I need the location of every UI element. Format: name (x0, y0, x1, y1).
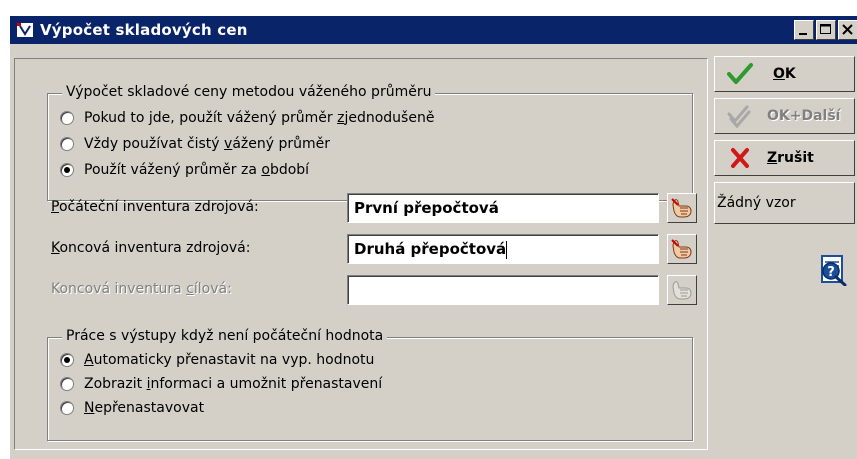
method-groupbox: Výpočet skladové ceny metodou váženého p… (47, 84, 693, 201)
target-inventory-label: Koncová inventura cílová: (51, 281, 232, 297)
method-group-legend: Výpočet skladové ceny metodou váženého p… (62, 84, 436, 100)
start-inventory-field[interactable]: První přepočtová (347, 193, 659, 223)
maximize-button[interactable] (816, 20, 836, 40)
title-bar[interactable]: Výpočet skladových cen (10, 16, 857, 44)
output-group-legend: Práce s výstupy když není počáteční hodn… (62, 328, 388, 344)
help-icon[interactable]: ? (814, 252, 850, 286)
ok-button-label: OK (773, 66, 796, 82)
close-button[interactable] (838, 20, 857, 40)
radio-button-selected[interactable] (60, 353, 74, 367)
double-checkmark-icon (727, 105, 751, 128)
end-inventory-pick-button[interactable] (667, 234, 697, 264)
start-inventory-label: Počáteční inventura zdrojová: (51, 199, 259, 215)
option-label: Vždy používat čistý vážený průměr (84, 136, 330, 152)
radio-button[interactable] (60, 111, 74, 125)
main-panel: Výpočet skladové ceny metodou váženého p… (14, 58, 708, 450)
method-option-simplified[interactable]: Pokud to jde, použít vážený průměr zjedn… (60, 108, 434, 128)
end-inventory-label: Koncová inventura zdrojová: (51, 240, 251, 256)
method-option-period[interactable]: Použít vážený průměr za období (60, 160, 309, 180)
ok-next-button: OK+Další (714, 98, 855, 134)
radio-button[interactable] (60, 377, 74, 391)
hand-pointer-icon (672, 281, 692, 300)
ok-next-button-label: OK+Další (767, 108, 841, 124)
start-inventory-pick-button[interactable] (667, 193, 697, 223)
option-label: Použít vážený průměr za období (84, 162, 310, 178)
cancel-button[interactable]: Zrušit (714, 140, 855, 176)
app-icon (17, 23, 33, 37)
dialog-client: Výpočet skladové ceny metodou váženého p… (10, 44, 857, 459)
radio-button-selected[interactable] (60, 163, 74, 177)
end-inventory-field[interactable]: Druhá přepočtová (347, 234, 659, 264)
output-option-info[interactable]: Zobrazit informaci a umožnit přenastaven… (60, 374, 382, 394)
option-label: Nepřenastavovat (84, 400, 205, 416)
template-button[interactable]: Žádný vzor (714, 182, 855, 224)
text-caret (506, 240, 508, 259)
window-title: Výpočet skladových cen (40, 21, 248, 39)
svg-text:?: ? (827, 265, 835, 280)
radio-button[interactable] (60, 137, 74, 151)
cancel-button-label: Zrušit (767, 150, 814, 166)
option-label: Automaticky přenastavit na vyp. hodnotu (84, 352, 375, 368)
option-label: Pokud to jde, použít vážený průměr zjedn… (84, 110, 435, 126)
red-x-icon (731, 148, 749, 168)
minimize-icon (799, 33, 807, 35)
close-icon (842, 24, 853, 35)
radio-button[interactable] (60, 401, 74, 415)
target-inventory-field (347, 275, 659, 305)
minimize-button[interactable] (794, 20, 814, 40)
template-button-label: Žádný vzor (717, 195, 796, 211)
dialog-window: Výpočet skladových cen Výpočet skladové … (0, 0, 857, 459)
target-inventory-pick-button (667, 275, 697, 305)
option-label: Zobrazit informaci a umožnit přenastaven… (84, 376, 383, 392)
method-option-pure[interactable]: Vždy používat čistý vážený průměr (60, 134, 330, 154)
output-option-none[interactable]: Nepřenastavovat (60, 398, 204, 418)
output-option-auto[interactable]: Automaticky přenastavit na vyp. hodnotu (60, 350, 374, 370)
maximize-icon (820, 24, 831, 34)
hand-pointer-icon (671, 198, 692, 218)
checkmark-icon (727, 63, 753, 84)
ok-button[interactable]: OK (714, 56, 855, 92)
output-groupbox: Práce s výstupy když není počáteční hodn… (47, 328, 693, 441)
hand-pointer-icon (671, 239, 692, 259)
